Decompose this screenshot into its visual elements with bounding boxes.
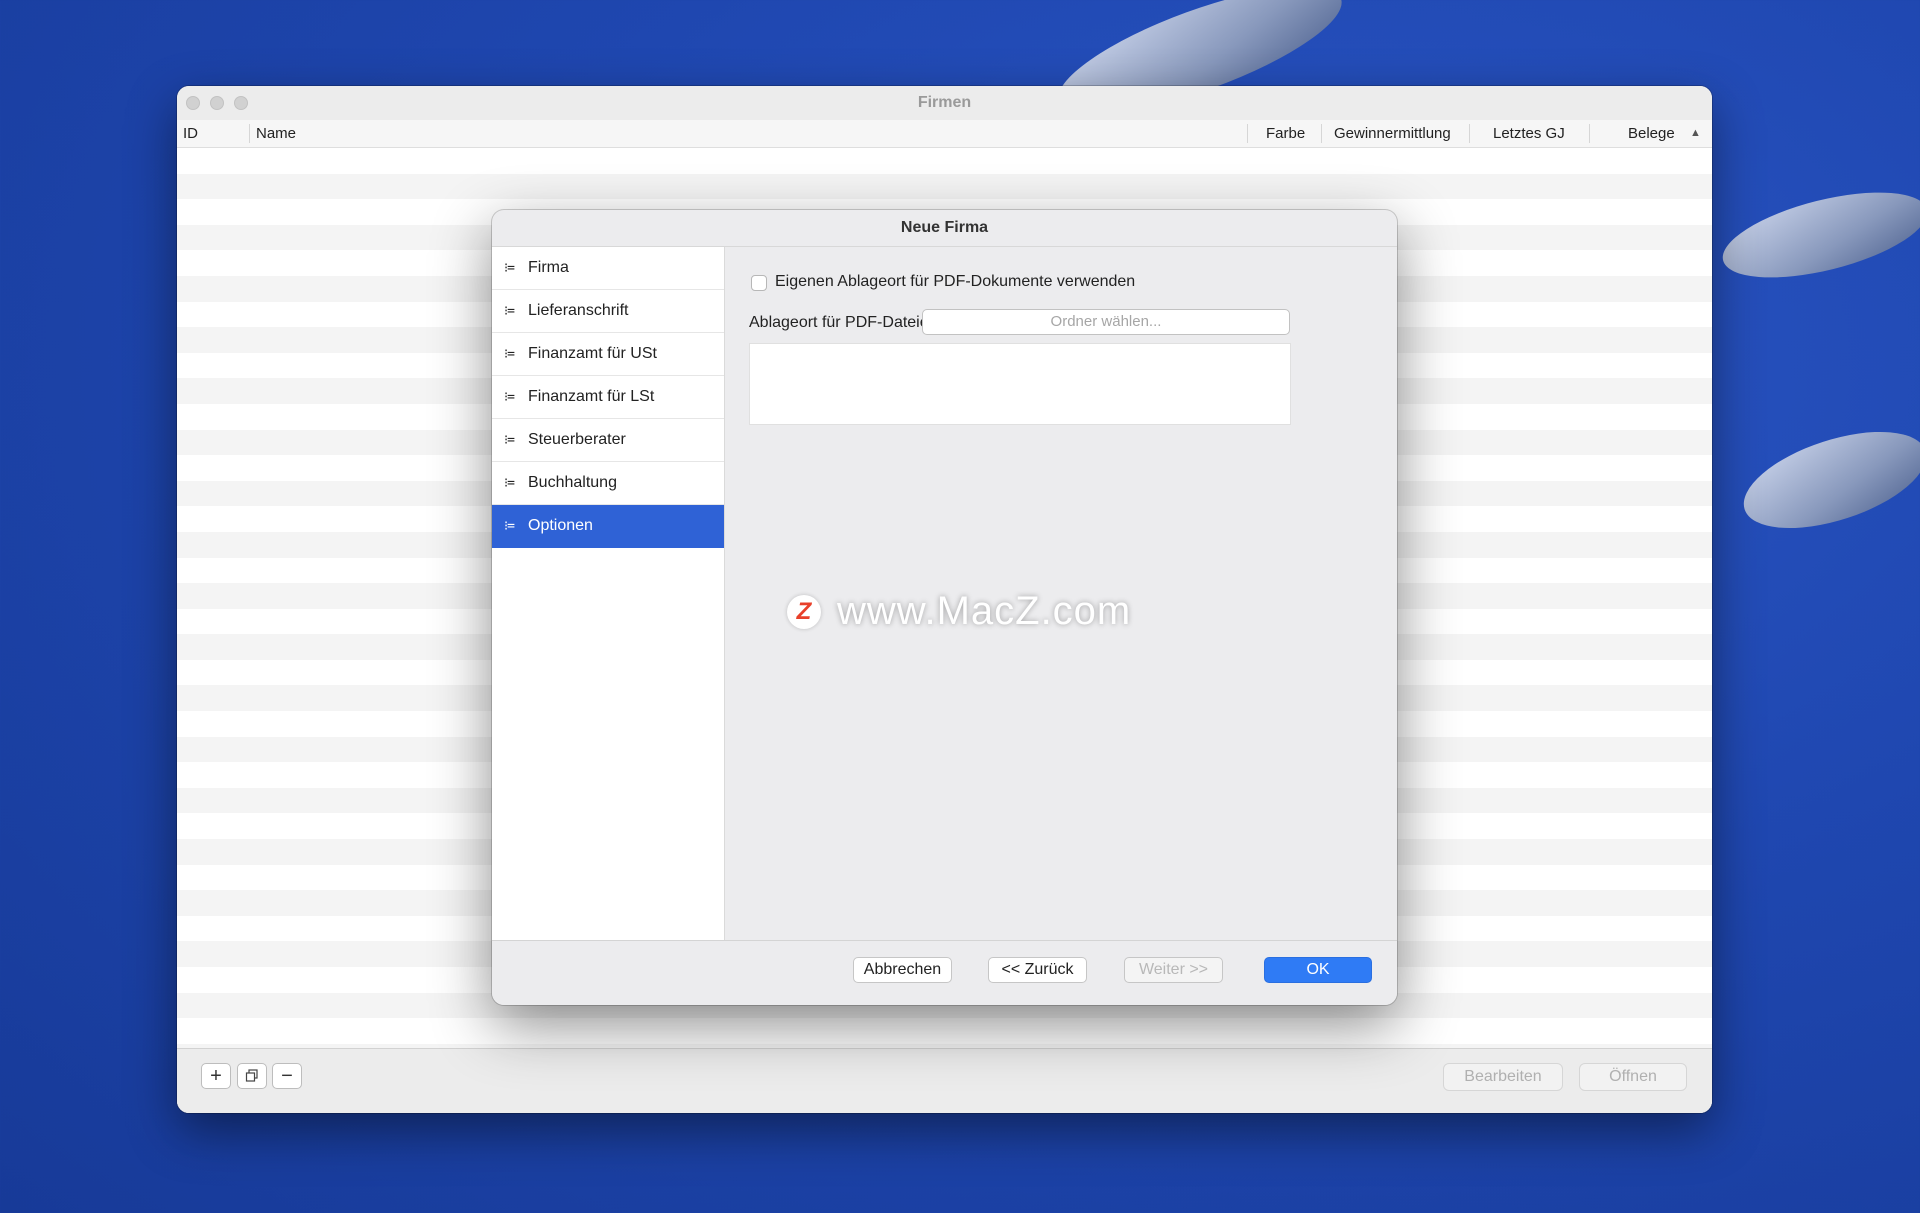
edit-button[interactable]: Bearbeiten — [1443, 1063, 1563, 1091]
checkbox-label[interactable]: Eigenen Ablageort für PDF-Dokumente verw… — [775, 273, 1135, 291]
new-company-dialog: Neue Firma ⁝= Firma ⁝= Lieferanschrift ⁝… — [492, 210, 1397, 1005]
table-header: ID Name Farbe Gewinnermittlung Letztes G… — [177, 120, 1712, 148]
choose-folder-field[interactable]: Ordner wählen... — [922, 309, 1290, 335]
list-icon: ⁝= — [504, 518, 515, 534]
window-titlebar: Firmen — [177, 86, 1712, 121]
sidebar-item-label: Finanzamt für USt — [528, 345, 657, 362]
sidebar-item-label: Finanzamt für LSt — [528, 388, 655, 405]
window-bottom-bar: + − Bearbeiten Öffnen — [177, 1048, 1712, 1113]
table-row[interactable] — [177, 173, 1712, 200]
next-button[interactable]: Weiter >> — [1124, 957, 1223, 983]
table-row[interactable] — [177, 1018, 1712, 1044]
dialog-footer: Abbrechen << Zurück Weiter >> OK — [492, 940, 1397, 1005]
options-panel: Eigenen Ablageort für PDF-Dokumente verw… — [725, 247, 1397, 940]
sidebar-item-label: Optionen — [528, 517, 593, 534]
dialog-sidebar: ⁝= Firma ⁝= Lieferanschrift ⁝= Finanzamt… — [492, 247, 725, 940]
watermark-text: www.MacZ.com — [837, 589, 1132, 633]
list-icon: ⁝= — [504, 432, 515, 448]
list-icon: ⁝= — [504, 303, 515, 319]
sidebar-item-firma[interactable]: ⁝= Firma — [492, 247, 724, 290]
cancel-button[interactable]: Abbrechen — [853, 957, 952, 983]
copy-icon — [245, 1069, 258, 1082]
desktop-whale-shape — [1732, 412, 1920, 548]
table-row[interactable] — [177, 148, 1712, 174]
sidebar-item-optionen[interactable]: ⁝= Optionen — [492, 505, 724, 548]
list-icon: ⁝= — [504, 389, 515, 405]
sidebar-item-label: Buchhaltung — [528, 474, 617, 491]
column-divider — [1247, 124, 1248, 143]
column-header-gewinnermittlung[interactable]: Gewinnermittlung — [1334, 120, 1451, 147]
sidebar-item-label: Steuerberater — [528, 431, 626, 448]
column-divider — [1321, 124, 1322, 143]
chevron-up-icon: ▲ — [1690, 127, 1701, 139]
minus-icon: − — [281, 1065, 293, 1087]
dialog-title: Neue Firma — [492, 210, 1397, 247]
column-divider — [1589, 124, 1590, 143]
column-divider — [249, 124, 250, 143]
column-header-letztes-gj[interactable]: Letztes GJ — [1493, 120, 1565, 147]
watermark: Z www.MacZ.com — [787, 589, 1131, 634]
back-button[interactable]: << Zurück — [988, 957, 1087, 983]
sidebar-item-steuerberater[interactable]: ⁝= Steuerberater — [492, 419, 724, 462]
window-title: Firmen — [917, 94, 972, 111]
column-header-id[interactable]: ID — [183, 120, 198, 147]
sidebar-item-label: Lieferanschrift — [528, 302, 629, 319]
list-icon: ⁝= — [504, 260, 515, 276]
duplicate-company-button[interactable] — [237, 1063, 267, 1089]
ok-button[interactable]: OK — [1264, 957, 1372, 983]
desktop-whale-shape — [1714, 175, 1920, 295]
sidebar-item-label: Firma — [528, 259, 569, 276]
watermark-logo: Z — [787, 594, 821, 629]
column-header-name[interactable]: Name — [256, 120, 296, 147]
plus-icon: + — [210, 1065, 222, 1087]
sidebar-item-finanzamt-lst[interactable]: ⁝= Finanzamt für LSt — [492, 376, 724, 419]
pdf-path-label: Ablageort für PDF-Dateien: — [749, 314, 942, 331]
list-icon: ⁝= — [504, 346, 515, 362]
open-button[interactable]: Öffnen — [1579, 1063, 1687, 1091]
pdf-path-display — [749, 343, 1291, 425]
add-company-button[interactable]: + — [201, 1063, 231, 1089]
column-divider — [1469, 124, 1470, 143]
sidebar-item-lieferanschrift[interactable]: ⁝= Lieferanschrift — [492, 290, 724, 333]
custom-pdf-location-checkbox[interactable] — [751, 275, 767, 291]
column-header-farbe[interactable]: Farbe — [1266, 120, 1305, 147]
column-header-belege[interactable]: Belege — [1628, 120, 1675, 147]
list-icon: ⁝= — [504, 475, 515, 491]
sidebar-item-buchhaltung[interactable]: ⁝= Buchhaltung — [492, 462, 724, 505]
remove-company-button[interactable]: − — [272, 1063, 302, 1089]
sidebar-item-finanzamt-ust[interactable]: ⁝= Finanzamt für USt — [492, 333, 724, 376]
